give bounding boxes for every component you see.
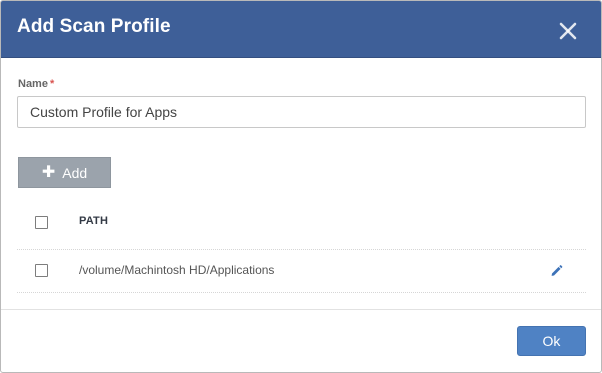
close-icon[interactable]: [557, 20, 579, 42]
ok-button[interactable]: Ok: [517, 326, 586, 356]
dialog-title: Add Scan Profile: [17, 16, 171, 37]
pencil-icon[interactable]: [550, 264, 563, 277]
required-marker: *: [49, 78, 55, 90]
table-row: /volume/Machintosh HD/Applications: [17, 250, 586, 293]
add-button-label: Add: [62, 164, 88, 181]
row-checkbox[interactable]: [35, 264, 48, 277]
paths-table: PATH /volume/Machintosh HD/Applications: [17, 201, 586, 293]
name-label-text: Name: [18, 78, 48, 90]
dialog-header: Add Scan Profile: [1, 1, 601, 58]
path-cell: /volume/Machintosh HD/Applications: [79, 263, 275, 277]
name-label: Name *: [18, 78, 54, 90]
add-button[interactable]: ✚ Add: [18, 157, 111, 188]
select-all-checkbox[interactable]: [35, 216, 48, 229]
add-scan-profile-dialog: Add Scan Profile Name* ✚ Add PATH /volum…: [0, 0, 602, 373]
plus-icon: ✚: [41, 163, 56, 181]
table-header-row: PATH: [17, 201, 586, 250]
name-input[interactable]: [17, 96, 586, 128]
path-column-header: PATH: [79, 215, 109, 227]
footer-divider: [1, 309, 601, 310]
